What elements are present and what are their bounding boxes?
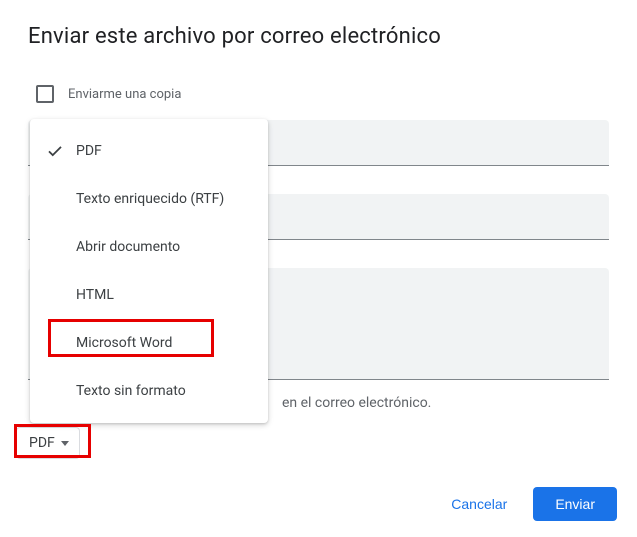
- send-button[interactable]: Enviar: [533, 487, 617, 521]
- menu-item-msword[interactable]: Microsoft Word: [30, 319, 268, 367]
- send-copy-checkbox[interactable]: [36, 85, 54, 103]
- cancel-button[interactable]: Cancelar: [433, 487, 525, 521]
- dialog-footer: Cancelar Enviar: [433, 487, 617, 521]
- menu-item-label: Microsoft Word: [76, 335, 252, 351]
- chevron-down-icon: [61, 441, 69, 446]
- menu-item-plain-text[interactable]: Texto sin formato: [30, 367, 268, 415]
- menu-item-label: Abrir documento: [76, 239, 252, 255]
- attach-hint: en el correo electrónico.: [282, 395, 431, 411]
- menu-item-html[interactable]: HTML: [30, 271, 268, 319]
- menu-item-rtf[interactable]: Texto enriquecido (RTF): [30, 175, 268, 223]
- send-copy-label: Enviarme una copia: [68, 87, 181, 102]
- menu-item-pdf[interactable]: PDF: [30, 127, 268, 175]
- menu-item-label: Texto enriquecido (RTF): [76, 191, 252, 207]
- dialog-title: Enviar este archivo por correo electróni…: [28, 24, 609, 49]
- email-file-dialog: Enviar este archivo por correo electróni…: [0, 0, 637, 537]
- menu-item-label: HTML: [76, 287, 252, 303]
- check-icon: [46, 142, 76, 160]
- send-copy-row[interactable]: Enviarme una copia: [36, 85, 609, 103]
- format-dropdown-menu: PDF Texto enriquecido (RTF) Abrir docume…: [30, 119, 268, 423]
- menu-item-label: PDF: [76, 143, 252, 159]
- menu-item-label: Texto sin formato: [76, 383, 252, 399]
- format-dropdown-button[interactable]: PDF: [16, 427, 80, 459]
- format-dropdown-label: PDF: [29, 435, 55, 451]
- menu-item-open-doc[interactable]: Abrir documento: [30, 223, 268, 271]
